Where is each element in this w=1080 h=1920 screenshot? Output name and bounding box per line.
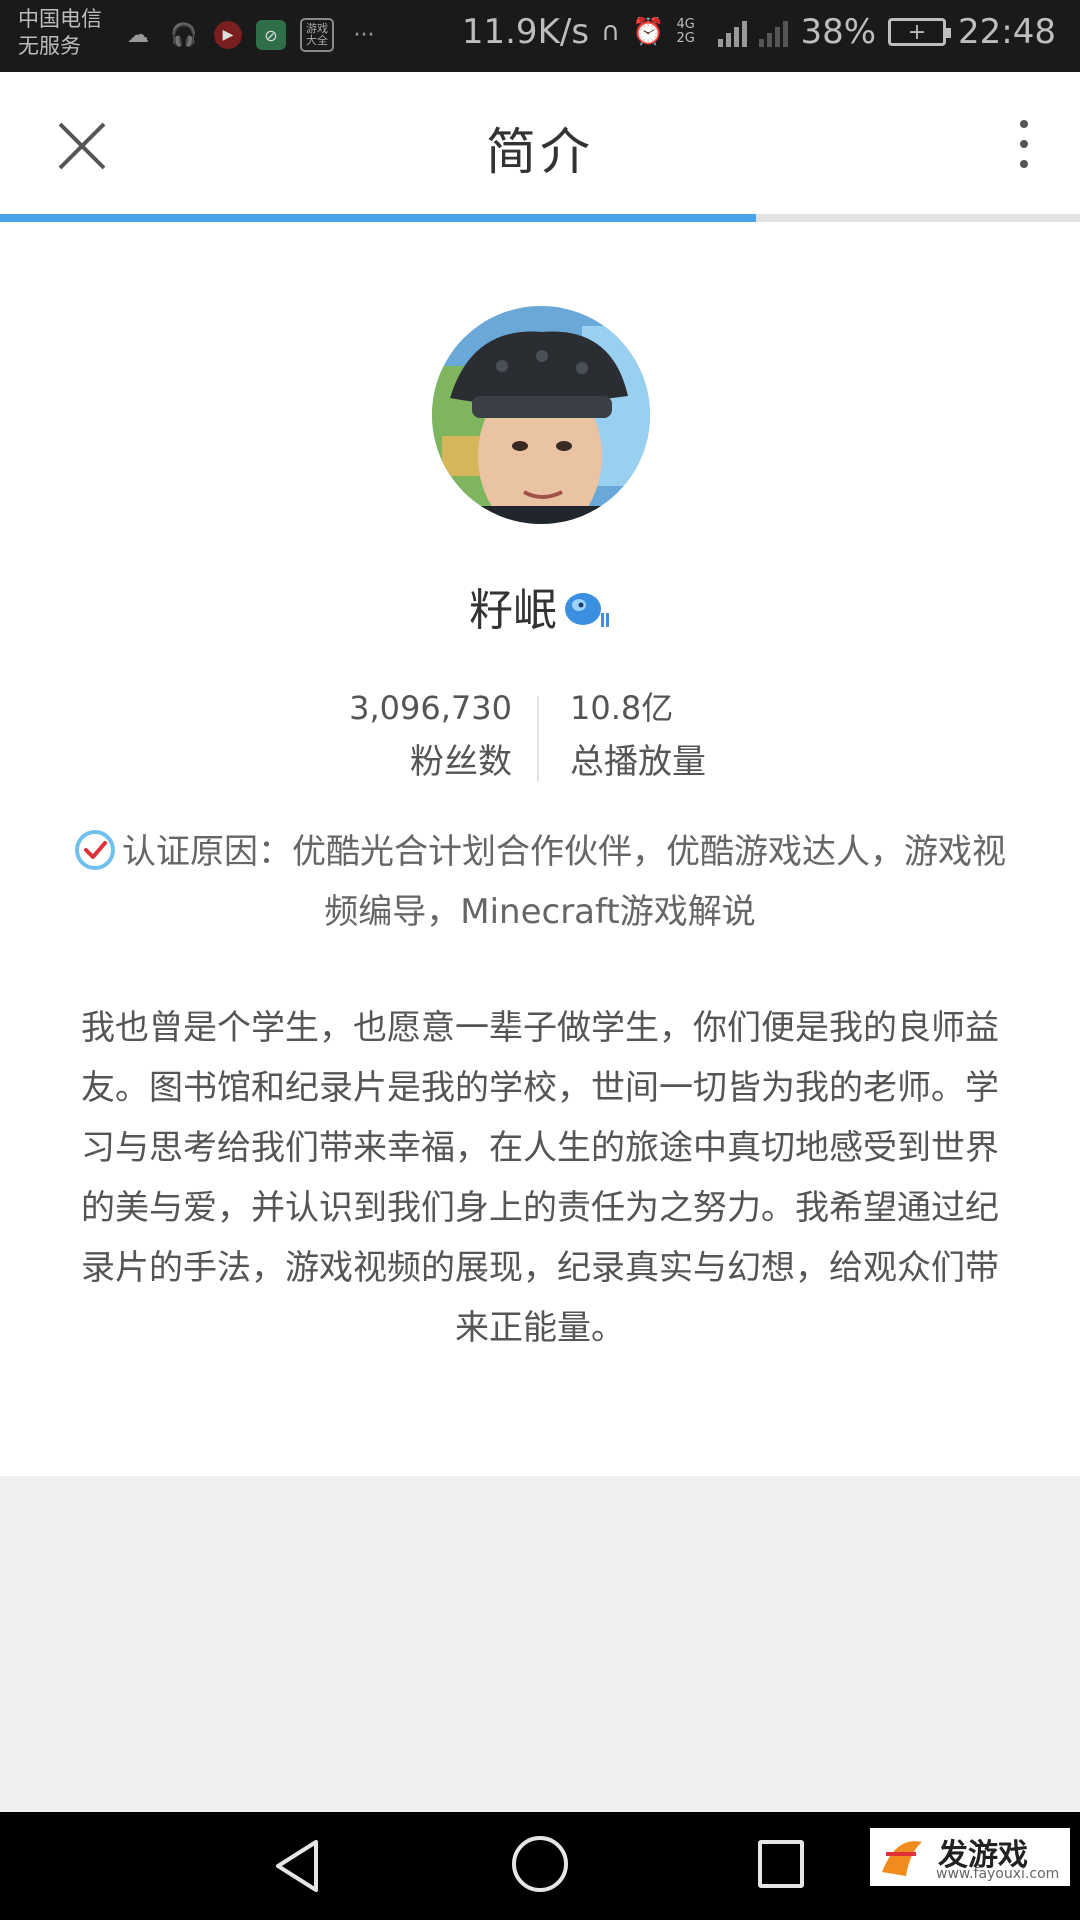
- plays-stat: 10.8亿 总播放量: [570, 682, 706, 790]
- headset-icon: 🎧: [170, 22, 198, 48]
- profile-name-row: 籽岷: [0, 574, 1080, 642]
- headphone-icon: ∩: [601, 17, 621, 47]
- status-right: 11.9K/s ∩ ⏰ 4G 2G 38% + 22:48: [462, 12, 1056, 52]
- verification-reason: 认证原因：优酷光合计划合作伙伴，优酷游戏达人，游戏视频编导，Minecraft游…: [60, 822, 1020, 942]
- nav-home-button[interactable]: [512, 1836, 568, 1892]
- network-type: 4G 2G: [676, 17, 695, 46]
- avatar-image: [432, 306, 650, 524]
- battery-charging-icon: +: [888, 18, 952, 46]
- notification-icons: ☁ 🎧 ▶ ⊘ 游戏大全 ···: [122, 18, 380, 52]
- page-title: 简介: [486, 123, 594, 181]
- app-compass-icon: ⊘: [256, 20, 286, 50]
- net-speed: 11.9K/s: [461, 12, 590, 52]
- profile-intro-panel: 籽岷 3,096,730 粉丝数 10.8亿 总播放量 认证原因：优酷光合计划合…: [0, 222, 1080, 1476]
- carrier-service: 无服务: [18, 34, 81, 58]
- watermark-url: www.fayouxi.com: [936, 1866, 1060, 1882]
- youku-creator-badge-icon: [561, 585, 611, 642]
- carrier-label: 中国电信 无服务: [18, 6, 102, 60]
- plays-label: 总播放量: [570, 742, 706, 782]
- nav-back-button[interactable]: [272, 1838, 322, 1898]
- load-progress-bar: [0, 214, 1080, 222]
- stats-row: 3,096,730 粉丝数 10.8亿 总播放量: [0, 682, 1080, 792]
- verification-text: 认证原因：优酷光合计划合作伙伴，优酷游戏达人，游戏视频编导，Minecraft游…: [122, 832, 1006, 932]
- stats-divider: [537, 696, 539, 782]
- alarm-icon: ⏰: [632, 17, 665, 47]
- followers-label: 粉丝数: [410, 742, 512, 782]
- followers-count: 3,096,730: [349, 689, 512, 727]
- profile-bio: 我也曾是个学生，也愿意一辈子做学生，你们便是我的良师益友。图书馆和纪录片是我的学…: [81, 1008, 999, 1348]
- more-vert-icon-dot: [1020, 140, 1028, 148]
- back-triangle-icon: [276, 1840, 318, 1892]
- more-vert-icon: [1020, 120, 1028, 128]
- video-app-icon: ▶: [214, 21, 242, 49]
- top-app-bar: 简介: [0, 72, 1080, 216]
- profile-name: 籽岷: [469, 585, 557, 636]
- verified-check-icon: [74, 829, 116, 871]
- more-options-button[interactable]: [1004, 120, 1044, 168]
- followers-stat: 3,096,730 粉丝数: [349, 682, 512, 790]
- load-progress-fill: [0, 214, 756, 222]
- avatar[interactable]: [432, 306, 650, 524]
- game-app-icon: 游戏大全: [300, 18, 334, 52]
- plays-count: 10.8亿: [570, 689, 674, 727]
- more-vert-icon-dot: [1020, 160, 1028, 168]
- carrier-name: 中国电信: [18, 7, 102, 31]
- weather-cloud-icon: ☁: [127, 22, 149, 48]
- more-notifications-icon: ···: [353, 22, 375, 48]
- status-bar: 中国电信 无服务 ☁ 🎧 ▶ ⊘ 游戏大全 ··· 11.9K/s ∩ ⏰ 4G…: [0, 0, 1080, 72]
- signal-2-icon: [759, 17, 789, 47]
- nav-recents-button[interactable]: [758, 1840, 804, 1888]
- clock: 22:48: [958, 12, 1056, 52]
- battery-percent: 38%: [800, 12, 877, 52]
- watermark-logo-icon: [882, 1841, 922, 1876]
- site-watermark: 发游戏 www.fayouxi.com: [870, 1828, 1070, 1886]
- signal-icon: [718, 17, 748, 47]
